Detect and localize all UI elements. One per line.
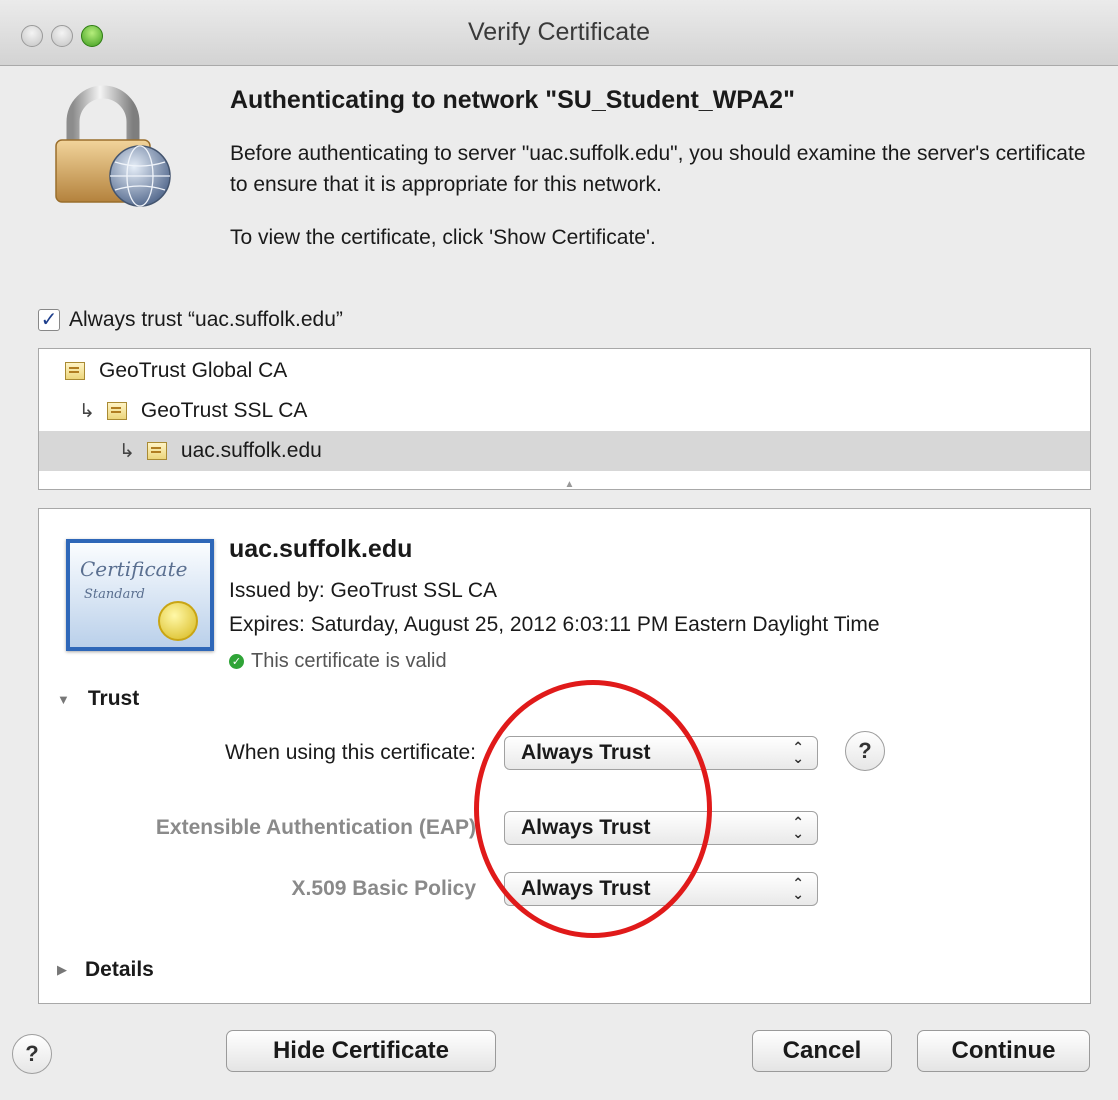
chain-item-geotrust-ssl-ca[interactable]: ↳ GeoTrust SSL CA: [39, 391, 1090, 431]
when-using-popup[interactable]: Always Trust ⌃ ⌄: [504, 736, 818, 770]
continue-button[interactable]: Continue: [917, 1030, 1090, 1072]
chain-item-label: GeoTrust SSL CA: [140, 399, 308, 422]
certificate-icon: [106, 402, 127, 420]
popup-stepper-icon: ⌃ ⌄: [792, 814, 804, 841]
dialog-hint: To view the certificate, click 'Show Cer…: [230, 226, 656, 249]
split-view-handle[interactable]: ▲: [565, 479, 575, 490]
trust-section-label: Trust: [87, 687, 140, 710]
when-using-value: Always Trust: [521, 741, 651, 764]
title-bar: Verify Certificate: [0, 0, 1118, 66]
when-using-label: When using this certificate:: [225, 741, 476, 764]
trust-help-button[interactable]: ?: [845, 731, 885, 771]
certificate-issuer: Issued by: GeoTrust SSL CA: [229, 579, 498, 602]
disclosure-closed-icon: ▶: [57, 962, 67, 977]
details-section-label: Details: [85, 958, 154, 981]
hide-certificate-button[interactable]: Hide Certificate: [226, 1030, 496, 1072]
certificate-badge-icon: Certificate Standard: [66, 539, 214, 651]
popup-stepper-icon: ⌃ ⌄: [792, 739, 804, 766]
checkmark-icon: ✓: [40, 309, 58, 331]
child-arrow-icon: ↳: [79, 400, 95, 422]
certificate-seal-icon: [158, 601, 198, 641]
certificate-chain-list: GeoTrust Global CA ↳ GeoTrust SSL CA ↳ u…: [38, 348, 1091, 490]
trust-disclosure[interactable]: ▼ Trust: [57, 687, 139, 711]
dialog-heading: Authenticating to network "SU_Student_WP…: [230, 86, 795, 114]
chain-item-label: uac.suffolk.edu: [180, 439, 322, 462]
certificate-status: ✓ This certificate is valid: [229, 650, 447, 673]
green-check-circle-icon: ✓: [229, 654, 244, 669]
help-button[interactable]: ?: [12, 1034, 52, 1074]
popup-stepper-icon: ⌃ ⌄: [792, 875, 804, 902]
certificate-status-text: This certificate is valid: [251, 650, 447, 672]
always-trust-label: Always trust “uac.suffolk.edu”: [69, 308, 343, 331]
child-arrow-icon: ↳: [119, 440, 135, 462]
always-trust-checkbox[interactable]: ✓: [38, 309, 60, 331]
always-trust-checkbox-row[interactable]: ✓ Always trust “uac.suffolk.edu”: [38, 308, 343, 332]
eap-popup[interactable]: Always Trust ⌃ ⌄: [504, 811, 818, 845]
details-disclosure[interactable]: ▶ Details: [57, 958, 154, 982]
dialog-description: Before authenticating to server "uac.suf…: [230, 142, 1086, 196]
x509-label: X.509 Basic Policy: [291, 877, 476, 900]
window-title: Verify Certificate: [467, 18, 650, 46]
x509-value: Always Trust: [521, 877, 651, 900]
badge-script-text: Certificate: [80, 557, 188, 581]
x509-popup[interactable]: Always Trust ⌃ ⌄: [504, 872, 818, 906]
cancel-button[interactable]: Cancel: [752, 1030, 892, 1072]
disclosure-open-icon: ▼: [57, 691, 70, 707]
certificate-detail-panel: Certificate Standard uac.suffolk.edu Iss…: [38, 508, 1091, 1004]
chain-item-geotrust-global-ca[interactable]: GeoTrust Global CA: [39, 351, 1090, 391]
certificate-icon: [146, 442, 167, 460]
certificate-name: uac.suffolk.edu: [229, 535, 413, 563]
certificate-expiry: Expires: Saturday, August 25, 2012 6:03:…: [229, 613, 880, 636]
chain-item-label: GeoTrust Global CA: [99, 359, 288, 382]
badge-script-subtext: Standard: [84, 587, 145, 602]
chain-item-uac-suffolk-edu[interactable]: ↳ uac.suffolk.edu: [39, 431, 1090, 471]
certificate-icon: [65, 362, 85, 380]
eap-value: Always Trust: [521, 816, 651, 839]
eap-label: Extensible Authentication (EAP): [155, 816, 476, 839]
padlock-globe-icon: [55, 85, 171, 207]
